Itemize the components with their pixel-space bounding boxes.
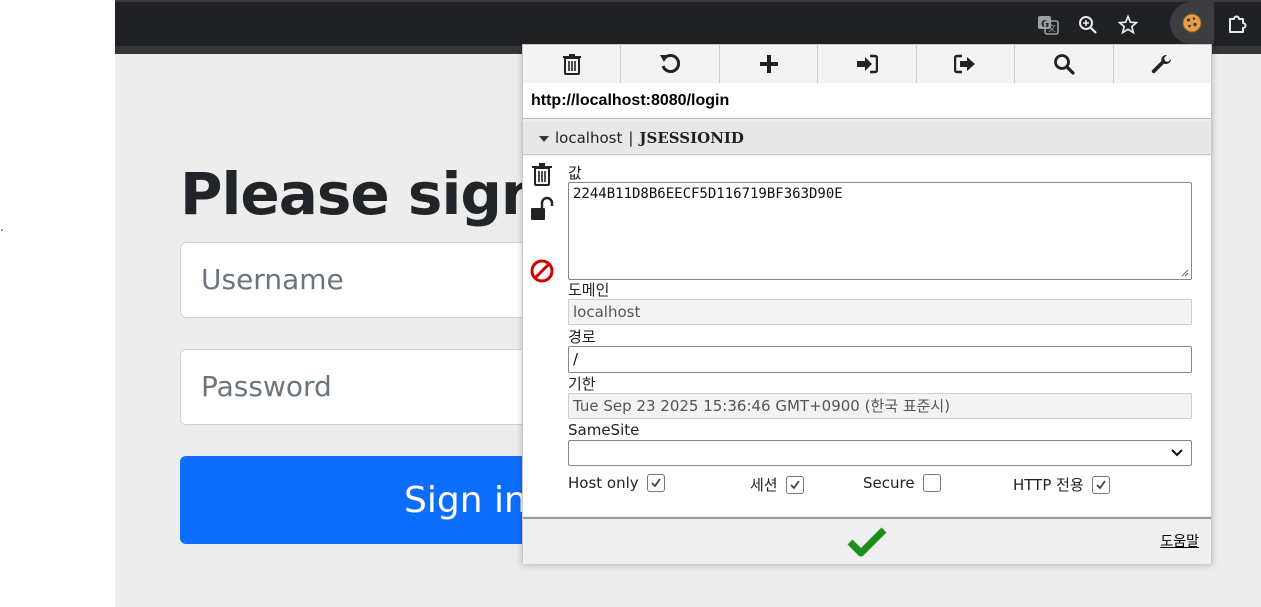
search-icon xyxy=(1053,54,1075,75)
trash-icon xyxy=(532,163,552,186)
export-icon xyxy=(954,54,976,74)
add-cookie-button[interactable] xyxy=(720,45,819,83)
resize-grip-icon[interactable] xyxy=(1181,269,1189,277)
export-button[interactable] xyxy=(917,45,1016,83)
cookie-separator: | xyxy=(628,129,634,147)
help-link[interactable]: 도움말 xyxy=(1160,531,1199,551)
chevron-down-icon xyxy=(1171,449,1183,457)
stray-dot: . xyxy=(0,220,4,234)
block-icon xyxy=(530,259,554,283)
cookie-details: 값 2244B11D8B6EECF5D116719BF363D90E 도메인 l… xyxy=(523,156,1211,516)
cookie-extension-icon[interactable] xyxy=(1177,8,1207,38)
svg-text:文: 文 xyxy=(1048,23,1056,33)
http-only-checkbox[interactable] xyxy=(1091,475,1110,494)
sign-in-label: Sign in xyxy=(404,479,527,521)
delete-cookie-button[interactable] xyxy=(529,161,555,187)
expiry-label: 기한 xyxy=(568,375,596,393)
checkmark-icon xyxy=(1096,479,1106,489)
delete-all-icon xyxy=(562,54,581,75)
host-only-checkbox[interactable] xyxy=(646,474,665,492)
collapse-triangle-icon[interactable] xyxy=(539,135,549,142)
host-only-option: Host only xyxy=(568,474,665,492)
expiry-field[interactable]: Tue Sep 23 2025 15:36:46 GMT+0900 (한국 표준… xyxy=(568,393,1192,419)
path-field[interactable]: / xyxy=(568,346,1192,373)
import-button[interactable] xyxy=(818,45,917,83)
value-textarea[interactable]: 2244B11D8B6EECF5D116719BF363D90E xyxy=(568,182,1192,280)
zoom-icon[interactable] xyxy=(1073,10,1103,40)
unlock-icon xyxy=(531,196,554,220)
http-only-label: HTTP 전용 xyxy=(1013,476,1084,494)
delete-all-button[interactable] xyxy=(523,45,622,83)
path-label: 경로 xyxy=(568,328,596,346)
options-wrench-icon xyxy=(1152,54,1172,74)
star-icon[interactable] xyxy=(1113,10,1143,40)
session-checkbox[interactable] xyxy=(785,475,804,494)
cookie-editor-popup: http://localhost:8080/login localhost | JS… xyxy=(522,44,1212,564)
reset-icon xyxy=(660,54,681,73)
browser-toolbar: G文 xyxy=(115,0,1261,46)
save-button[interactable] xyxy=(845,525,889,559)
samesite-select[interactable] xyxy=(568,440,1192,466)
session-option: 세션 xyxy=(750,474,804,495)
domain-field[interactable]: localhost xyxy=(568,299,1192,325)
block-cookie-button[interactable] xyxy=(529,258,555,284)
reset-button[interactable] xyxy=(621,45,720,83)
checkmark-icon xyxy=(651,478,661,488)
value-label: 값 xyxy=(568,164,582,182)
samesite-label: SameSite xyxy=(568,421,640,439)
cookie-toolbar xyxy=(523,45,1211,84)
value-text: 2244B11D8B6EECF5D116719BF363D90E xyxy=(573,186,843,202)
extensions-puzzle-icon[interactable] xyxy=(1222,8,1252,38)
add-icon xyxy=(759,55,778,73)
session-label: 세션 xyxy=(750,476,778,494)
secure-checkbox[interactable] xyxy=(922,474,941,492)
import-icon xyxy=(856,54,878,74)
checkmark-icon xyxy=(789,479,800,489)
cookie-host: localhost xyxy=(555,129,623,147)
cookie-header[interactable]: localhost | JSESSIONID xyxy=(523,121,1211,155)
http-only-option: HTTP 전용 xyxy=(1013,474,1110,495)
search-button[interactable] xyxy=(1015,45,1114,83)
options-button[interactable] xyxy=(1114,45,1211,83)
url-bar: http://localhost:8080/login xyxy=(523,83,1211,119)
cookie-name: JSESSIONID xyxy=(639,129,744,147)
popup-footer: 도움말 xyxy=(523,517,1211,564)
checkmark-save-icon xyxy=(847,527,887,557)
cookie-flags: Host only 세션 Secure HTTP 전용 xyxy=(568,474,1208,498)
secure-option: Secure xyxy=(863,474,941,492)
protect-cookie-button[interactable] xyxy=(529,196,555,222)
host-only-label: Host only xyxy=(568,474,639,492)
translate-icon[interactable]: G文 xyxy=(1033,10,1063,40)
secure-label: Secure xyxy=(863,474,915,492)
domain-label: 도메인 xyxy=(568,281,610,299)
